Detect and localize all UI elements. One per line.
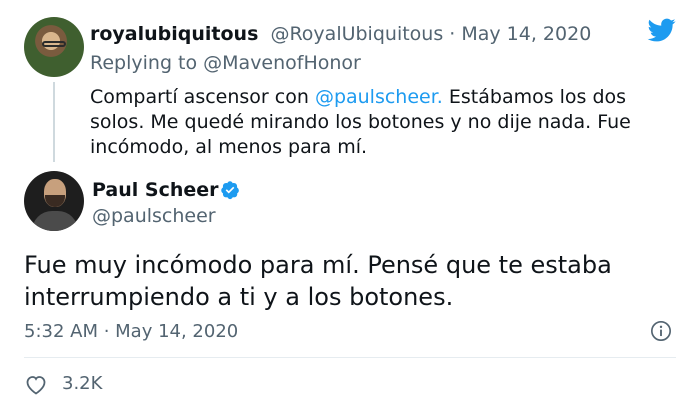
reply-meta-separator: ·: [443, 23, 462, 45]
reply-author-handle[interactable]: @RoyalUbiquitous: [270, 23, 443, 45]
avatar-glasses: [42, 41, 66, 47]
main-author-name[interactable]: Paul Scheer: [92, 178, 219, 202]
twitter-bird-icon[interactable]: [646, 16, 678, 44]
heart-icon[interactable]: [24, 373, 48, 395]
replying-to-line: Replying to @MavenofHonor: [90, 51, 361, 75]
reply-text-mention[interactable]: @paulscheer.: [315, 86, 443, 108]
main-tweet-timestamp[interactable]: 5:32 AM · May 14, 2020: [24, 320, 238, 344]
reply-text-part-1: Compartí ascensor con: [90, 86, 315, 108]
like-count: 3.2K: [62, 373, 103, 394]
main-author-avatar[interactable]: [24, 171, 84, 231]
reply-tweet-text: Compartí ascensor con @paulscheer. Estáb…: [90, 85, 650, 160]
verified-badge-icon: [221, 181, 239, 200]
main-author-handle[interactable]: @paulscheer: [92, 204, 216, 228]
tweet-divider: [24, 357, 676, 358]
main-tweet-text: Fue muy incómodo para mí. Pensé que te e…: [24, 251, 612, 311]
replying-to-prefix: Replying to: [90, 52, 204, 74]
reply-author-name[interactable]: royalubiquitous: [90, 23, 258, 45]
thread-connector-line: [53, 82, 55, 162]
reply-date[interactable]: May 14, 2020: [461, 23, 591, 45]
avatar-shirt: [32, 211, 78, 231]
replying-to-mention[interactable]: @MavenofHonor: [203, 52, 361, 74]
reply-author-avatar[interactable]: [24, 17, 84, 77]
info-icon[interactable]: [650, 320, 672, 342]
reply-header: royalubiquitous @RoyalUbiquitous · May 1…: [90, 22, 591, 46]
